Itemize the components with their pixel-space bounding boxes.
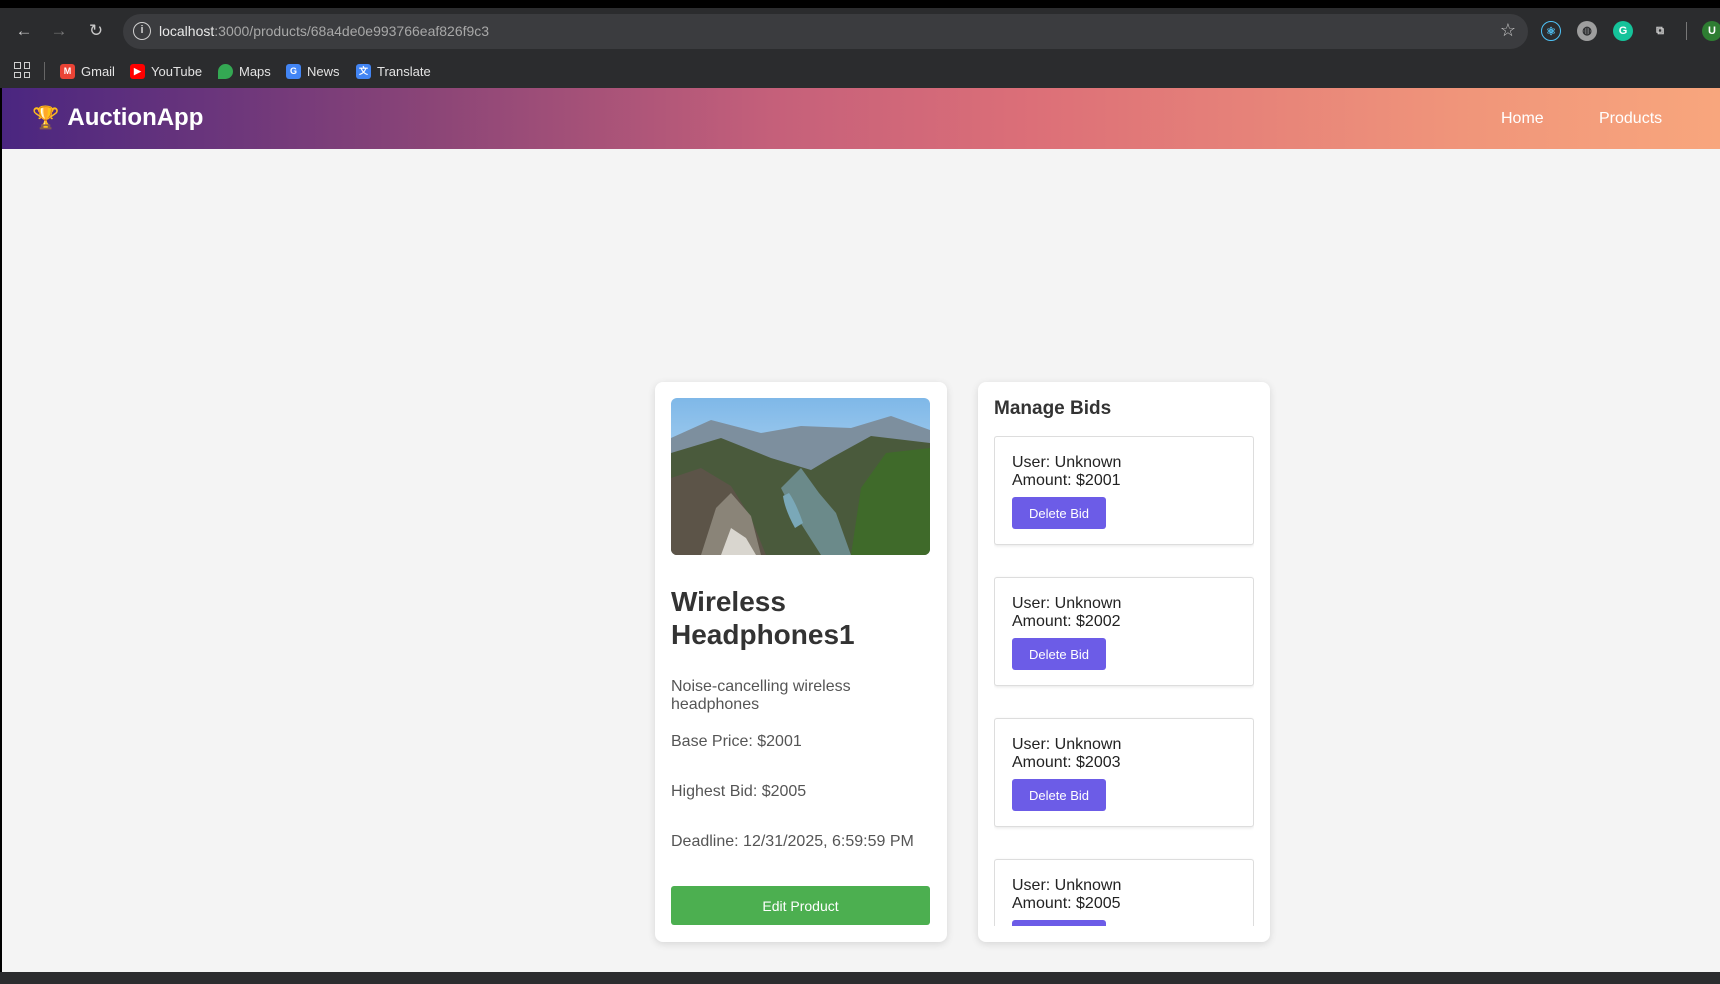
bookmark-youtube[interactable]: ▶ YouTube <box>130 61 202 81</box>
url-host: localhost <box>159 23 215 39</box>
delete-bid-button[interactable]: Delete Bid <box>1012 920 1106 926</box>
gmail-icon: M <box>60 63 75 79</box>
product-description: Noise-cancelling wireless headphones <box>671 678 851 713</box>
address-bar[interactable]: i localhost:3000/products/68a4de0e993766… <box>123 14 1528 49</box>
bid-user: User: Unknown <box>1012 454 1122 471</box>
bookmark-news[interactable]: G News <box>286 61 340 81</box>
bookmark-label: News <box>307 63 340 79</box>
bookmarks-divider <box>44 62 45 80</box>
window-top-strip <box>0 0 1720 8</box>
manage-bids-card: Manage Bids User: Unknown Amount: $2001 … <box>978 382 1270 942</box>
back-arrow-icon[interactable]: ← <box>14 21 34 41</box>
product-deadline: Deadline: 12/31/2025, 6:59:59 PM <box>671 833 914 850</box>
bid-item: User: Unknown Amount: $2005 Delete Bid <box>994 859 1254 926</box>
nav-link-clipped[interactable] <box>1712 110 1720 126</box>
extension-grammarly-icon[interactable]: G <box>1613 21 1633 41</box>
bid-item: User: Unknown Amount: $2002 Delete Bid <box>994 577 1254 686</box>
bid-amount: Amount: $2003 <box>1012 754 1121 771</box>
bid-user: User: Unknown <box>1012 877 1122 894</box>
extension-react-icon[interactable]: ⚛ <box>1541 21 1561 41</box>
mountain-landscape-image <box>671 398 930 555</box>
bid-amount: Amount: $2002 <box>1012 613 1121 630</box>
edit-product-button[interactable]: Edit Product <box>671 886 930 925</box>
brand-name: AuctionApp <box>67 104 204 131</box>
bids-list[interactable]: User: Unknown Amount: $2001 Delete Bid U… <box>994 436 1254 926</box>
product-highest-bid: Highest Bid: $2005 <box>671 783 807 800</box>
extensions-puzzle-icon[interactable]: ⧉ <box>1650 21 1670 41</box>
manage-bids-title: Manage Bids <box>994 398 1112 419</box>
bookmark-gmail[interactable]: M Gmail <box>60 61 115 81</box>
bookmark-star-icon[interactable]: ☆ <box>1500 20 1516 41</box>
bid-user: User: Unknown <box>1012 595 1122 612</box>
bookmark-translate[interactable]: 文 Translate <box>356 61 431 81</box>
maps-icon <box>218 63 233 79</box>
forward-arrow-icon[interactable]: → <box>49 21 69 41</box>
bid-amount: Amount: $2001 <box>1012 472 1121 489</box>
delete-bid-button[interactable]: Delete Bid <box>1012 497 1106 529</box>
app-navbar: 🏆 AuctionApp Home Products <box>2 88 1720 149</box>
translate-icon: 文 <box>356 63 371 79</box>
news-icon: G <box>286 63 301 79</box>
bookmark-label: YouTube <box>151 63 203 79</box>
bottom-bar <box>0 972 1720 984</box>
product-image <box>671 398 930 555</box>
bid-item: User: Unknown Amount: $2003 Delete Bid <box>994 718 1254 827</box>
browser-chrome: ← → ↻ i localhost:3000/products/68a4de0e… <box>0 0 1720 88</box>
product-title: Wireless Headphones1 <box>671 586 855 650</box>
bookmark-label: Gmail <box>81 63 115 79</box>
delete-bid-button[interactable]: Delete Bid <box>1012 779 1106 811</box>
youtube-icon: ▶ <box>130 63 145 79</box>
extension-globe-icon[interactable]: ◍ <box>1577 21 1597 41</box>
browser-toolbar: ← → ↻ i localhost:3000/products/68a4de0e… <box>0 8 1720 54</box>
bookmark-label: Translate <box>377 63 431 79</box>
bid-amount: Amount: $2005 <box>1012 895 1121 912</box>
bid-user: User: Unknown <box>1012 736 1122 753</box>
product-card: Wireless Headphones1 Noise-cancelling wi… <box>655 382 947 942</box>
profile-avatar[interactable]: U <box>1702 21 1720 41</box>
bookmark-maps[interactable]: Maps <box>218 61 271 81</box>
address-url[interactable]: localhost:3000/products/68a4de0e993766ea… <box>159 23 489 39</box>
bid-item: User: Unknown Amount: $2001 Delete Bid <box>994 436 1254 545</box>
bookmark-label: Maps <box>239 63 271 79</box>
delete-bid-button[interactable]: Delete Bid <box>1012 638 1106 670</box>
url-path: :3000/products/68a4de0e993766eaf826f9c3 <box>214 23 490 39</box>
apps-grid-icon[interactable] <box>14 62 30 78</box>
nav-link-products[interactable]: Products <box>1599 110 1662 128</box>
site-info-icon[interactable]: i <box>133 22 151 40</box>
toolbar-divider <box>1686 22 1687 40</box>
bookmarks-bar: M Gmail ▶ YouTube Maps G News 文 Translat… <box>0 54 1720 88</box>
brand-logo[interactable]: 🏆 AuctionApp <box>32 104 203 132</box>
nav-link-home[interactable]: Home <box>1501 110 1544 128</box>
page-content: 🏆 AuctionApp Home Products Wireless Head… <box>2 88 1720 972</box>
reload-icon[interactable]: ↻ <box>86 21 106 41</box>
product-base-price: Base Price: $2001 <box>671 733 802 750</box>
trophy-icon: 🏆 <box>32 105 60 130</box>
